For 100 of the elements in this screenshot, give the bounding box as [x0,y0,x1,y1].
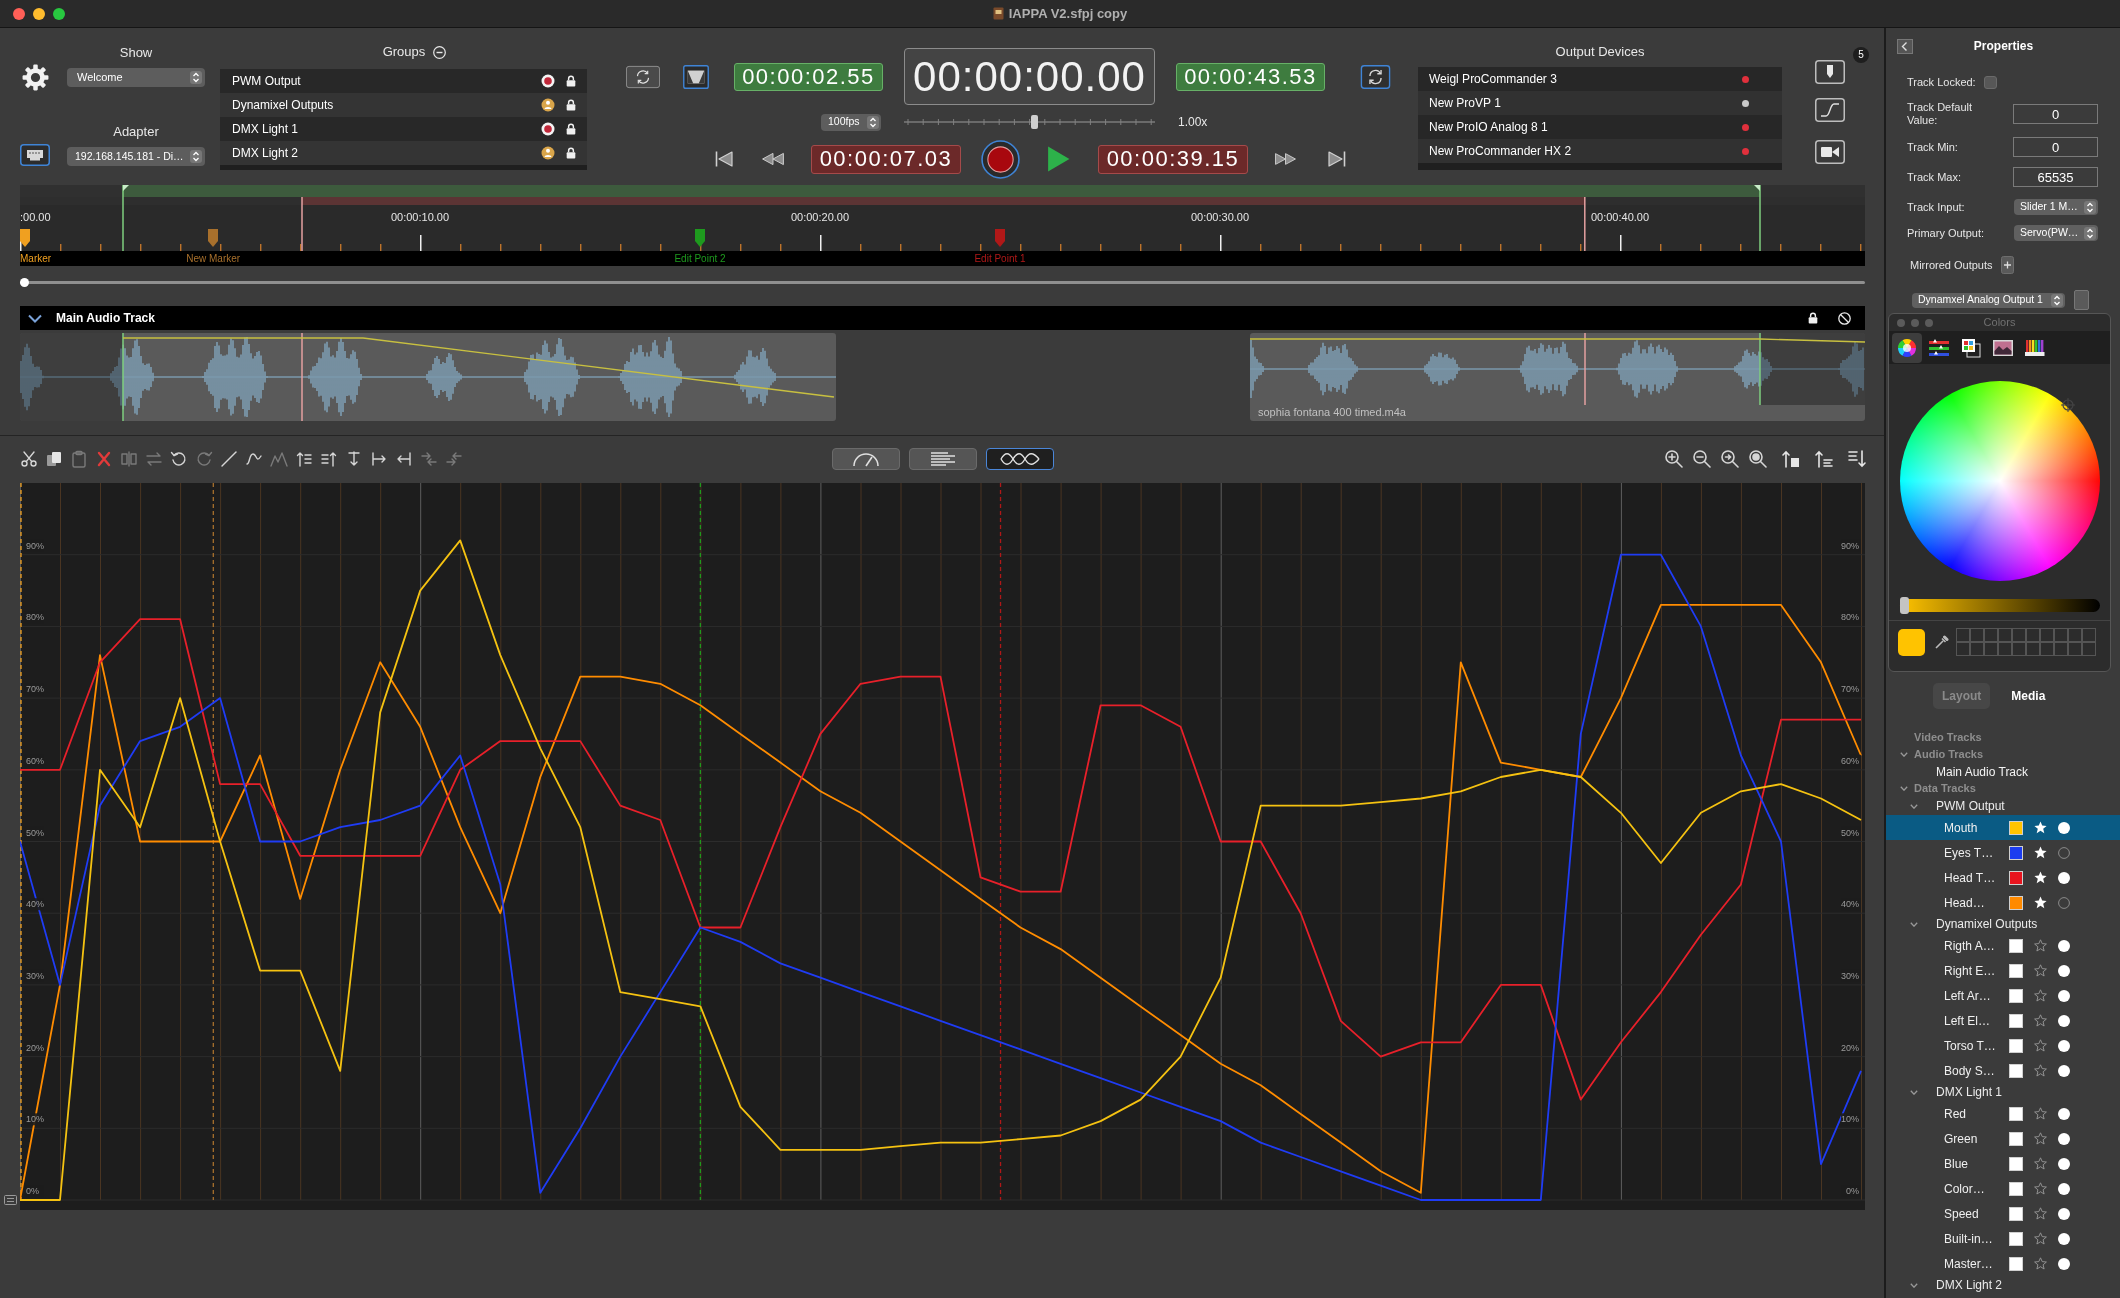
star-icon[interactable] [2034,989,2047,1002]
color-well-icon[interactable] [2074,290,2089,310]
chevron-down-icon[interactable] [1900,786,1908,791]
tree-item[interactable]: Blue [1886,1151,2120,1176]
tree-item[interactable]: Head T… [1886,865,2120,890]
lock-icon[interactable] [566,147,576,159]
play-icon[interactable] [1047,146,1070,172]
rewind-icon[interactable] [761,151,785,167]
view-button[interactable] [909,447,977,470]
color-swatch-icon[interactable] [2009,870,2023,885]
minus-circle-icon[interactable] [433,45,447,59]
color-swatch-icon[interactable] [2009,1038,2023,1053]
color-swatch-icon[interactable] [2009,1231,2023,1246]
arrow-bars-icon[interactable] [370,449,388,468]
chevron-down-icon[interactable] [1900,752,1908,757]
tree-item[interactable]: Built-in… [1886,1226,2120,1251]
arrow-down-icon[interactable] [345,449,363,468]
circle-icon[interactable] [2058,1207,2070,1220]
color-swatch-icon[interactable] [2009,1013,2023,1028]
tree-item[interactable]: Green [1886,1126,2120,1151]
eyedropper-icon[interactable] [1934,635,1949,650]
color-swatch-icon[interactable] [2009,1156,2023,1171]
plus-icon[interactable] [2000,256,2014,274]
circle-icon[interactable] [2058,939,2070,952]
color-swatch-icon[interactable] [2009,963,2023,978]
color-wheel-icon[interactable] [1892,332,1922,363]
arrow-bars-icon[interactable] [295,449,313,468]
group-row[interactable]: DMX Light 2 [220,141,587,165]
empty-swatch-grid[interactable] [1956,628,2097,657]
color-swatch-icon[interactable] [2009,895,2023,910]
brightness-slider-track[interactable] [1899,599,2100,612]
color-swatch-icon[interactable] [2009,1181,2023,1196]
video-camera-icon[interactable] [1815,140,1845,164]
skip-to-start-icon[interactable] [714,150,734,168]
search-icon[interactable] [1748,448,1768,469]
device-row[interactable]: New ProCommander HX 2 [1418,139,1782,163]
color-swatch-icon[interactable] [2009,1206,2023,1221]
star-icon[interactable] [2034,1257,2047,1270]
color-swatch-icon[interactable] [2009,1256,2023,1271]
fast-forward-icon[interactable] [1274,151,1297,167]
star-icon[interactable] [2034,1064,2047,1077]
color-swatch-icon[interactable] [1898,629,1925,656]
curve-icon[interactable] [1815,98,1845,122]
text-field[interactable]: 0 [2013,104,2098,124]
device-row[interactable]: New ProIO Analog 8 1 [1418,115,1782,139]
circle-icon[interactable] [2058,1014,2070,1027]
star-icon[interactable] [2034,821,2047,834]
color-swatch-icon[interactable] [2009,845,2023,860]
chevron-down-icon[interactable] [1910,803,1918,809]
tree-item[interactable]: Head… [1886,890,2120,915]
arrow-bars-icon[interactable] [1846,447,1868,470]
slider-thumb[interactable] [1899,597,1909,614]
lock-icon[interactable] [566,99,576,111]
tree-item[interactable]: Rigth A… [1886,933,2120,958]
zoom-out-icon[interactable] [1692,448,1712,469]
network-port-icon[interactable] [20,144,50,166]
star-icon[interactable] [2034,846,2047,859]
marker-flag-icon[interactable] [1815,60,1845,84]
popup-button[interactable]: Slider 1 M… [2014,199,2098,215]
slider-thumb[interactable] [1030,115,1038,129]
marker-flag-icon[interactable] [995,229,1005,247]
circle-icon[interactable] [2058,1132,2070,1145]
tree-item[interactable]: Red [1886,1101,2120,1126]
view-button[interactable] [832,447,900,470]
record-icon[interactable] [981,139,1020,179]
text-field[interactable]: 0 [2013,137,2098,157]
tree-item[interactable]: Right E… [1886,958,2120,983]
group-row[interactable]: DMX Light 1 [220,117,587,141]
marker-flag-icon[interactable] [695,229,705,247]
lock-icon[interactable] [1808,312,1818,324]
speed-slider-track[interactable] [904,115,1155,129]
star-icon[interactable] [2034,1157,2047,1170]
sync-icon[interactable] [1360,64,1391,89]
popup-button[interactable]: Servo(PW… [2014,225,2098,241]
star-icon[interactable] [2034,871,2047,884]
color-swatch-icon[interactable] [2009,1131,2023,1146]
circle-icon[interactable] [2058,1157,2070,1170]
tree-item[interactable]: Master… [1886,1251,2120,1276]
close-icon[interactable] [13,7,25,20]
star-icon[interactable] [2034,1182,2047,1195]
crosshair-icon[interactable] [2060,398,2075,412]
marker-flag-icon[interactable] [208,229,219,247]
arrow-bars-icon[interactable] [395,449,413,468]
rotate-right-icon[interactable] [195,449,213,468]
chevron-left-icon[interactable] [1897,38,1913,54]
star-icon[interactable] [2034,1132,2047,1145]
settings-icon[interactable] [22,64,49,91]
chevron-down-icon[interactable] [1910,921,1918,927]
text-field[interactable]: 65535 [2013,167,2098,187]
popup-button[interactable]: 100fps [821,113,881,131]
scroll-handle[interactable] [20,278,29,287]
popup-button[interactable]: Welcome [67,68,205,87]
chevron-down-icon[interactable] [28,313,42,323]
star-icon[interactable] [2034,939,2047,952]
circle-icon[interactable] [2058,989,2070,1002]
tree-item[interactable]: DMX Light 2 [1886,1276,2120,1294]
marker-flag-icon[interactable] [20,229,30,247]
popup-button[interactable]: 192.168.145.181 - Di… [67,147,205,166]
tree-item[interactable]: DMX Light 1 [1886,1083,2120,1101]
tree-item[interactable]: PWM Output [1886,797,2120,815]
